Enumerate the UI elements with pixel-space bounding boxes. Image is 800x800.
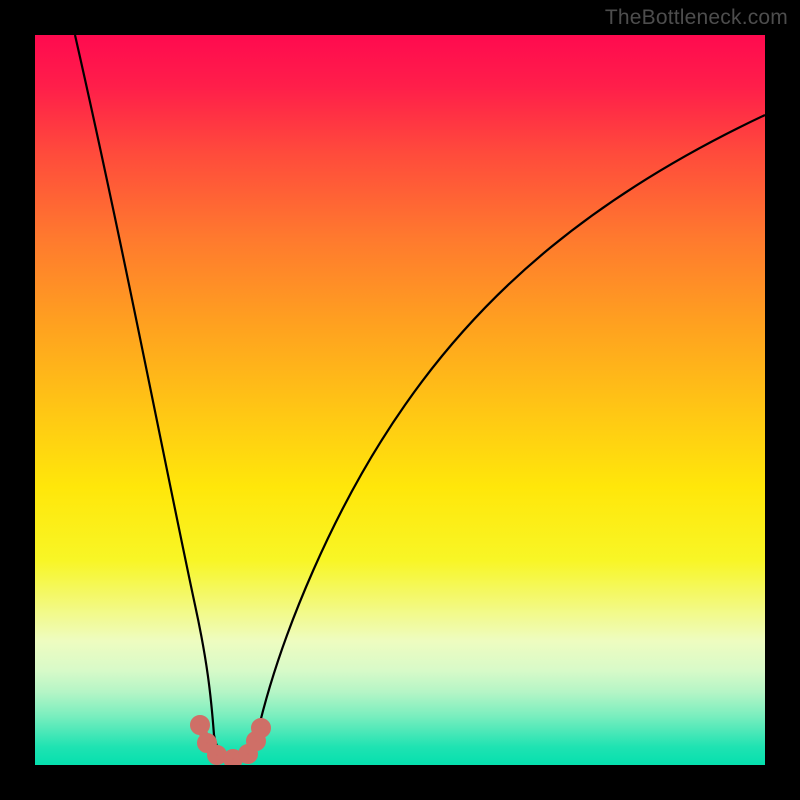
plot-area [35,35,765,765]
chart-frame: TheBottleneck.com [0,0,800,800]
watermark-text: TheBottleneck.com [605,6,788,30]
curves-svg [35,35,765,765]
curve-left-arm [75,35,214,735]
curve-right-arm [257,115,765,735]
valley-marker-series [195,720,267,765]
